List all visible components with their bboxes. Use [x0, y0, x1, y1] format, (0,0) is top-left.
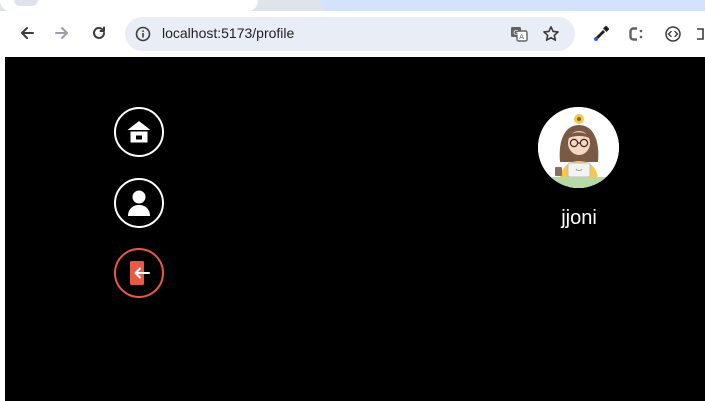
avatar-illustration	[538, 107, 619, 188]
tab-active[interactable]	[0, 0, 258, 11]
svg-text:G: G	[513, 29, 518, 37]
user-icon	[128, 190, 150, 216]
bookmark-button[interactable]	[535, 17, 567, 51]
browser-toolbar: localhost:5173/profile G A	[0, 11, 705, 57]
url-text[interactable]: localhost:5173/profile	[162, 25, 294, 41]
nav-logout-button[interactable]	[114, 248, 164, 298]
back-button[interactable]	[10, 16, 44, 50]
arrow-right-icon	[55, 27, 68, 39]
eyedropper-icon	[594, 26, 609, 41]
tab-strip	[0, 0, 705, 11]
tab-inactive[interactable]	[320, 0, 705, 11]
info-icon	[135, 26, 151, 42]
puzzle-icon	[697, 28, 704, 40]
extension-eyedropper-button[interactable]	[585, 18, 617, 50]
nav-profile-button[interactable]	[114, 178, 164, 228]
house-icon	[127, 121, 151, 143]
reload-icon	[93, 26, 105, 39]
address-bar[interactable]: localhost:5173/profile G A	[125, 17, 575, 51]
translate-icon: G A	[511, 27, 528, 42]
translate-button[interactable]: G A	[503, 17, 535, 51]
star-icon	[543, 26, 559, 41]
forward-button[interactable]	[45, 16, 79, 50]
profile-avatar	[538, 107, 619, 188]
nav-home-button[interactable]	[114, 107, 164, 157]
profile-page: jjoni	[5, 57, 705, 401]
browser-window: localhost:5173/profile G A jjoni	[0, 0, 705, 401]
arrow-left-icon	[21, 27, 34, 39]
css-icon	[629, 27, 643, 41]
tab-favicon-icon	[14, 0, 38, 6]
extension-css-button[interactable]	[620, 18, 652, 50]
reload-button[interactable]	[82, 16, 116, 50]
profile-username: jjoni	[561, 207, 597, 229]
site-info-button[interactable]	[127, 17, 159, 51]
extensions-overflow[interactable]	[693, 18, 705, 50]
logout-door-icon	[130, 261, 150, 285]
extension-code-button[interactable]	[657, 18, 689, 50]
code-icon	[665, 26, 681, 42]
svg-text:A: A	[519, 33, 524, 41]
